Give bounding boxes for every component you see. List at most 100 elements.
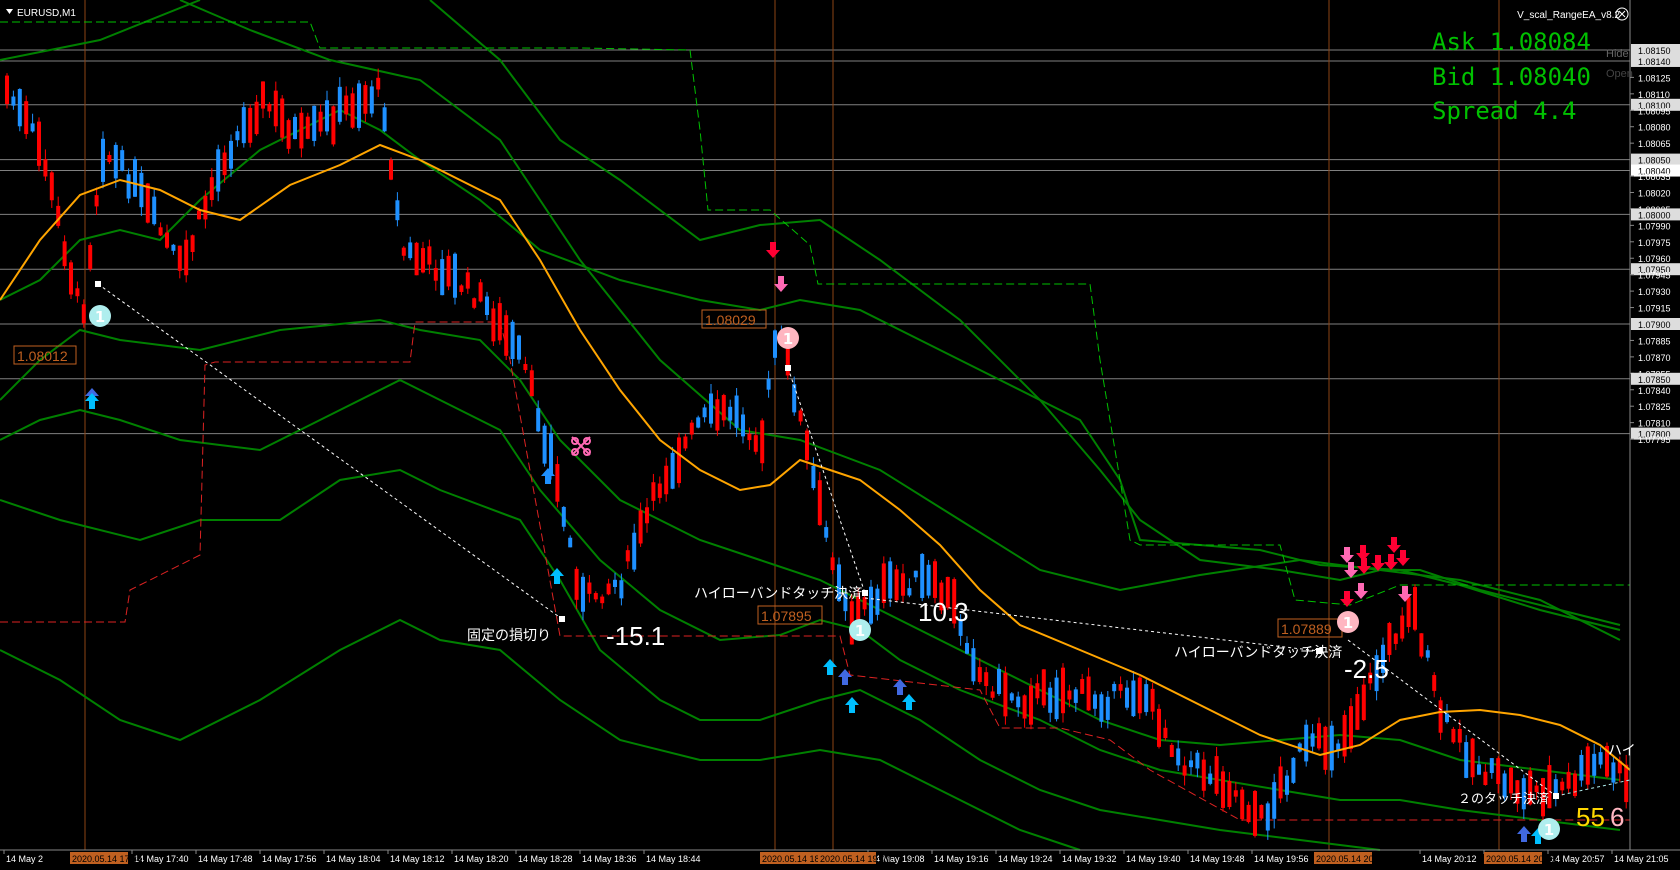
price-tick-label: 1.08000 bbox=[1638, 210, 1671, 220]
chart-area[interactable]: 1.081501.081401.081251.081101.081001.080… bbox=[0, 0, 1680, 870]
candle-body bbox=[1566, 771, 1571, 789]
price-tick-label: 1.08140 bbox=[1638, 57, 1671, 67]
candle-body bbox=[126, 174, 131, 199]
candle-body bbox=[1470, 738, 1475, 778]
price-tick-label: 1.07795 bbox=[1638, 435, 1671, 445]
candle-body bbox=[894, 569, 899, 601]
candle-body bbox=[395, 200, 400, 221]
candle-body bbox=[901, 573, 905, 596]
price-tick-label: 1.07900 bbox=[1638, 320, 1671, 330]
time-tick-label: 14 May 21:05 bbox=[1614, 854, 1669, 864]
candle-body bbox=[1157, 708, 1161, 747]
candle-body bbox=[389, 159, 393, 180]
candle-body bbox=[190, 235, 195, 252]
candle-body bbox=[459, 285, 464, 292]
candle-body bbox=[229, 140, 233, 169]
candle-body bbox=[1579, 754, 1584, 781]
candle-body bbox=[1387, 623, 1392, 655]
candle-body bbox=[1227, 780, 1232, 808]
candle-body bbox=[587, 582, 592, 594]
candle-body bbox=[907, 588, 912, 596]
price-tick-label: 1.08020 bbox=[1638, 188, 1671, 198]
candle-body bbox=[165, 232, 169, 248]
candle-body bbox=[1451, 728, 1456, 743]
time-marker-label: 2020.05.14 19:07 bbox=[820, 854, 890, 864]
time-tick-label: 14 May 18:12 bbox=[390, 854, 445, 864]
candle-body bbox=[1163, 727, 1168, 739]
candle-body bbox=[517, 335, 521, 360]
candle-body bbox=[741, 414, 745, 437]
profit-loss-3: -2.5 bbox=[1344, 654, 1389, 684]
candle-body bbox=[817, 480, 822, 526]
candle-body bbox=[1169, 744, 1174, 757]
candle-body bbox=[1361, 684, 1366, 721]
candle-body bbox=[1125, 687, 1129, 708]
entry-badge-5: 1 bbox=[1538, 818, 1560, 840]
time-tick-label: 14 May 2 bbox=[6, 854, 43, 864]
candle-body bbox=[197, 210, 201, 220]
open-button[interactable]: Open bbox=[1606, 68, 1633, 80]
candle-body bbox=[1342, 714, 1347, 757]
candle-body bbox=[1464, 742, 1469, 778]
candle-body bbox=[645, 507, 649, 524]
candle-body bbox=[56, 205, 61, 226]
candle-body bbox=[49, 172, 54, 201]
candle-body bbox=[1317, 723, 1321, 749]
trade-marker bbox=[785, 365, 791, 371]
candle-body bbox=[17, 89, 22, 127]
candle-body bbox=[747, 433, 752, 441]
trade-marker bbox=[1553, 793, 1559, 799]
ea-name-label: V_scal_RangeEA_v8.2 bbox=[1517, 10, 1620, 21]
price-box-1: 1.08012 bbox=[13, 345, 77, 365]
candle-body bbox=[344, 95, 349, 115]
entry-badge-4: 1 bbox=[1337, 611, 1359, 633]
candle-body bbox=[1259, 804, 1264, 819]
candle-body bbox=[446, 255, 451, 287]
candle-body bbox=[1496, 758, 1501, 784]
candle-body bbox=[824, 527, 829, 538]
candle-body bbox=[1201, 759, 1206, 791]
candle-body bbox=[1054, 677, 1059, 720]
price-tick-label: 1.07840 bbox=[1638, 386, 1671, 396]
candle-body bbox=[1265, 803, 1270, 831]
candle-body bbox=[971, 648, 976, 682]
candle-body bbox=[549, 433, 553, 476]
candle-body bbox=[37, 121, 41, 166]
candle-body bbox=[1400, 615, 1405, 639]
price-tick-label: 1.07990 bbox=[1638, 221, 1671, 231]
candle-body bbox=[798, 410, 803, 422]
candle-body bbox=[1432, 675, 1437, 691]
candle-body bbox=[401, 247, 406, 256]
candle-body bbox=[286, 120, 291, 149]
candle-body bbox=[1483, 771, 1488, 786]
symbol-title: EURUSD,M1 bbox=[17, 8, 76, 19]
candle-body bbox=[1041, 669, 1046, 706]
candle-body bbox=[267, 103, 272, 112]
candle-body bbox=[862, 597, 867, 610]
price-tick-label: 1.07825 bbox=[1638, 402, 1671, 412]
candle-body bbox=[1118, 684, 1123, 691]
trade-marker bbox=[559, 616, 565, 622]
candle-body bbox=[651, 482, 656, 501]
candle-body bbox=[753, 435, 758, 452]
candle-body bbox=[382, 107, 387, 132]
candle-body bbox=[1624, 764, 1629, 803]
candle-body bbox=[913, 570, 918, 578]
svg-text:1: 1 bbox=[1544, 821, 1554, 839]
candle-body bbox=[561, 506, 566, 527]
candle-body bbox=[293, 116, 297, 140]
candle-body bbox=[638, 510, 643, 544]
candle-body bbox=[933, 561, 937, 598]
candle-body bbox=[1099, 694, 1104, 722]
candle-body bbox=[43, 159, 48, 177]
price-tick-label: 1.07870 bbox=[1638, 353, 1671, 363]
hide-button[interactable]: Hide bbox=[1606, 48, 1629, 60]
candle-body bbox=[1611, 762, 1616, 783]
time-marker-label: 2020.05.14 17:34 bbox=[72, 854, 142, 864]
candle-body bbox=[1131, 680, 1136, 717]
candle-body bbox=[408, 242, 413, 259]
candle-body bbox=[632, 532, 637, 570]
candle-body bbox=[1585, 746, 1590, 785]
candle-body bbox=[721, 395, 726, 421]
candle-body bbox=[677, 437, 681, 484]
